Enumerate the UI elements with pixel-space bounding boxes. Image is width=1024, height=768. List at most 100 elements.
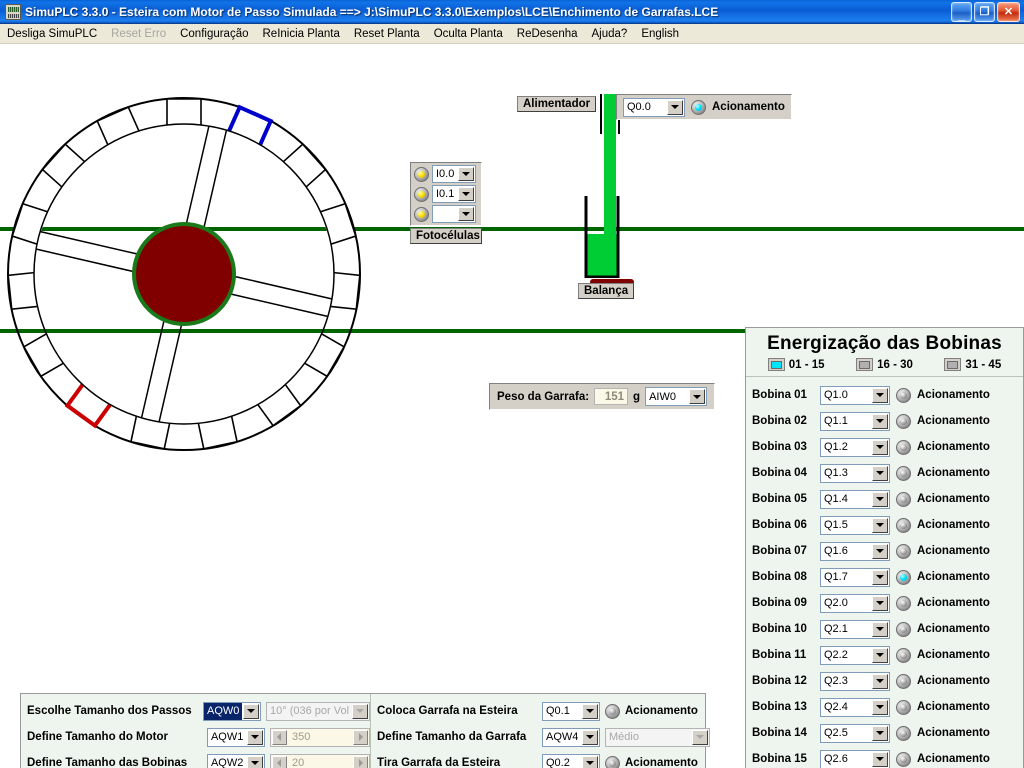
- photocell-led-icon[interactable]: [414, 166, 429, 182]
- coil-address-combo[interactable]: Q2.3: [820, 671, 890, 691]
- menu-item-8[interactable]: English: [634, 26, 686, 42]
- coil-address-combo[interactable]: Q1.7: [820, 567, 890, 587]
- coil-address-combo[interactable]: Q1.4: [820, 489, 890, 509]
- motor-setting-slider[interactable]: 20: [269, 753, 370, 768]
- motor-setting-address-combo[interactable]: AQW2: [206, 753, 265, 768]
- chevron-down-icon[interactable]: [582, 729, 598, 745]
- coils-tab-2[interactable]: 31 - 45: [944, 358, 1001, 371]
- coil-address-combo[interactable]: Q1.3: [820, 463, 890, 483]
- chevron-down-icon[interactable]: [458, 207, 474, 221]
- chevron-down-icon[interactable]: [872, 413, 888, 429]
- chevron-down-icon[interactable]: [458, 187, 474, 201]
- chevron-down-icon[interactable]: [458, 167, 474, 181]
- menu-item-0[interactable]: Desliga SimuPLC: [0, 26, 104, 42]
- coil-acionamento-led-icon[interactable]: [896, 725, 911, 741]
- coil-address-combo[interactable]: Q2.6: [820, 749, 890, 768]
- menu-item-2[interactable]: Configuração: [173, 26, 255, 42]
- chevron-down-icon[interactable]: [872, 491, 888, 507]
- motor-setting-address-combo[interactable]: AQW1: [206, 727, 265, 747]
- feeder-acionamento-led-icon[interactable]: [691, 99, 706, 115]
- coil-address-combo[interactable]: Q2.2: [820, 645, 890, 665]
- coil-address-combo[interactable]: Q2.4: [820, 697, 890, 717]
- menu-item-7[interactable]: Ajuda?: [585, 26, 635, 42]
- chevron-down-icon[interactable]: [352, 703, 368, 719]
- coils-tab-1[interactable]: 16 - 30: [856, 358, 913, 371]
- bottle-setting-address-combo[interactable]: AQW4: [542, 727, 600, 747]
- chevron-down-icon[interactable]: [872, 647, 888, 663]
- menu-item-3[interactable]: ReInicia Planta: [256, 26, 347, 42]
- slider-left-arrow-icon[interactable]: [271, 755, 287, 768]
- motor-setting-address-combo[interactable]: AQW0: [203, 701, 261, 721]
- chevron-down-icon[interactable]: [872, 387, 888, 403]
- coil-address-combo[interactable]: Q1.1: [820, 411, 890, 431]
- chevron-down-icon[interactable]: [872, 595, 888, 611]
- chevron-down-icon[interactable]: [872, 517, 888, 533]
- coils-tab-0[interactable]: 01 - 15: [767, 358, 825, 371]
- coil-acionamento-led-icon[interactable]: [896, 387, 911, 403]
- chevron-down-icon[interactable]: [872, 673, 888, 689]
- coil-address-combo[interactable]: Q2.1: [820, 619, 890, 639]
- menu-item-6[interactable]: ReDesenha: [510, 26, 585, 42]
- photocell-address-combo[interactable]: I0.0: [432, 165, 476, 183]
- coil-acionamento-led-icon[interactable]: [896, 647, 911, 663]
- motor-setting-value-combo[interactable]: 10° (036 por Vol: [266, 701, 370, 721]
- chevron-down-icon[interactable]: [872, 751, 888, 767]
- title-bar: SimuPLC 3.3.0 - Esteira com Motor de Pas…: [0, 0, 1024, 24]
- chevron-down-icon[interactable]: [872, 569, 888, 585]
- menu-item-5[interactable]: Oculta Planta: [427, 26, 510, 42]
- minimize-button[interactable]: _: [951, 1, 972, 22]
- maximize-button[interactable]: ❐: [974, 1, 995, 22]
- chevron-down-icon[interactable]: [582, 755, 598, 768]
- bottle-size-combo[interactable]: Médio: [605, 727, 710, 747]
- chevron-down-icon[interactable]: [243, 703, 259, 719]
- photocell-led-icon[interactable]: [414, 206, 429, 222]
- coil-acionamento-led-icon[interactable]: [896, 465, 911, 481]
- coil-address-combo[interactable]: Q2.5: [820, 723, 890, 743]
- chevron-down-icon[interactable]: [872, 621, 888, 637]
- coil-acionamento-led-icon[interactable]: [896, 595, 911, 611]
- bottle-setting-led-icon[interactable]: [605, 703, 620, 719]
- bottle-setting-led-icon[interactable]: [605, 755, 620, 768]
- coil-acionamento-led-icon[interactable]: [896, 569, 911, 585]
- chevron-down-icon[interactable]: [872, 465, 888, 481]
- bottle-settings-group: Coloca Garrafa na Esteira Q0.1 Acionamento…: [371, 694, 710, 768]
- chevron-down-icon[interactable]: [582, 703, 598, 719]
- chevron-down-icon[interactable]: [667, 99, 683, 115]
- coil-address-combo[interactable]: Q2.0: [820, 593, 890, 613]
- coil-address-combo[interactable]: Q1.0: [820, 385, 890, 405]
- coil-acionamento-led-icon[interactable]: [896, 517, 911, 533]
- coil-acionamento-led-icon[interactable]: [896, 491, 911, 507]
- coil-acionamento-led-icon[interactable]: [896, 413, 911, 429]
- slider-left-arrow-icon[interactable]: [271, 729, 287, 745]
- chevron-down-icon[interactable]: [246, 729, 263, 745]
- slider-right-arrow-icon[interactable]: [353, 729, 368, 745]
- slider-right-arrow-icon[interactable]: [353, 755, 368, 768]
- coil-acionamento-led-icon[interactable]: [896, 699, 911, 715]
- chevron-down-icon[interactable]: [246, 755, 263, 768]
- coil-acionamento-led-icon[interactable]: [896, 543, 911, 559]
- bottle-setting-address-combo[interactable]: Q0.1: [542, 701, 600, 721]
- close-button[interactable]: ✕: [997, 1, 1020, 22]
- bottle-setting-address-combo[interactable]: Q0.2: [542, 753, 600, 768]
- chevron-down-icon[interactable]: [872, 439, 888, 455]
- chevron-down-icon[interactable]: [692, 729, 708, 745]
- coil-acionamento-led-icon[interactable]: [896, 621, 911, 637]
- motor-setting-slider[interactable]: 350: [269, 727, 370, 747]
- photocell-address-combo[interactable]: I0.1: [432, 185, 476, 203]
- chevron-down-icon[interactable]: [872, 543, 888, 559]
- chevron-down-icon[interactable]: [689, 389, 706, 404]
- chevron-down-icon[interactable]: [872, 699, 888, 715]
- chevron-down-icon[interactable]: [872, 725, 888, 741]
- bottle-weight-address-combo[interactable]: AIW0: [645, 387, 708, 406]
- feeder-output-combo[interactable]: Q0.0: [623, 97, 685, 117]
- menu-item-4[interactable]: Reset Planta: [347, 26, 427, 42]
- coil-acionamento-led-icon[interactable]: [896, 751, 911, 767]
- coil-address-combo[interactable]: Q1.5: [820, 515, 890, 535]
- photocell-address-combo[interactable]: [432, 205, 476, 223]
- coil-address-combo[interactable]: Q1.6: [820, 541, 890, 561]
- coil-address-combo[interactable]: Q1.2: [820, 437, 890, 457]
- coil-acionamento-label: Acionamento: [917, 571, 990, 583]
- coil-acionamento-led-icon[interactable]: [896, 673, 911, 689]
- photocell-led-icon[interactable]: [414, 186, 429, 202]
- coil-acionamento-led-icon[interactable]: [896, 439, 911, 455]
